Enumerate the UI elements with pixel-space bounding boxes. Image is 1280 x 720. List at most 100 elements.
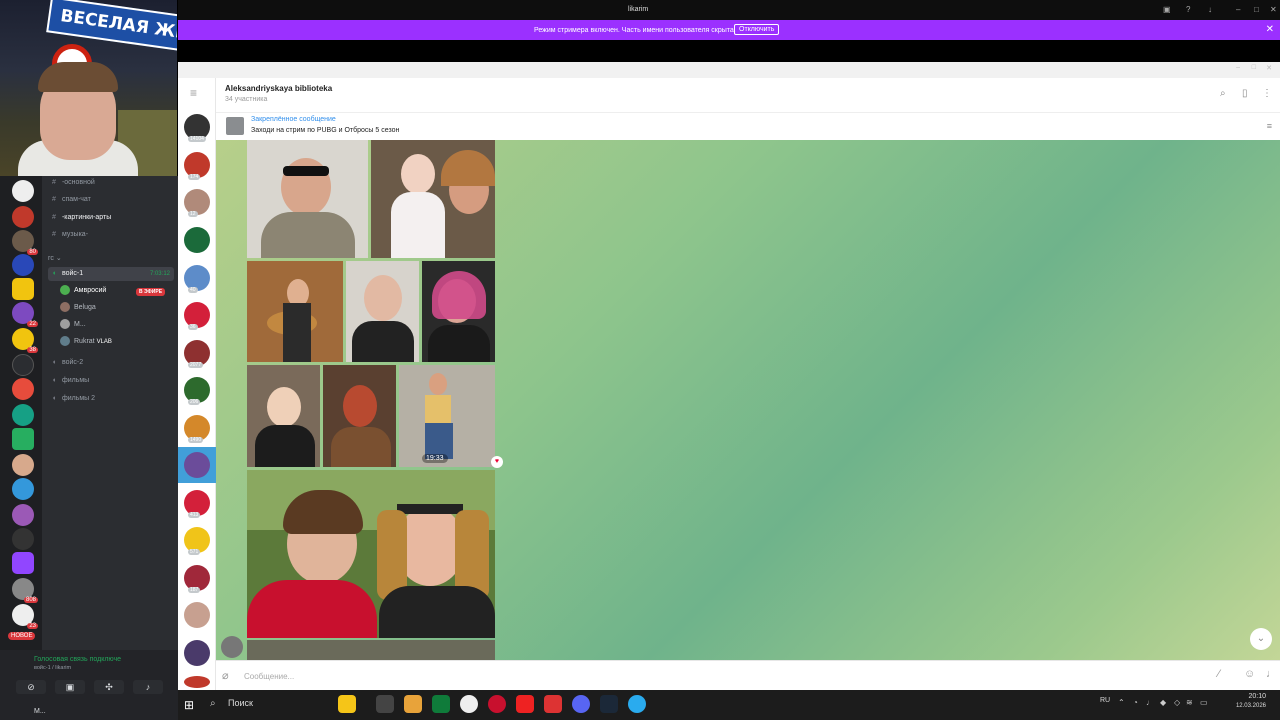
help-icon[interactable]: ?	[1186, 5, 1190, 14]
server-icon[interactable]: 38	[12, 328, 38, 353]
server-icon[interactable]	[12, 378, 34, 400]
voice-member[interactable]: Rukrat VLAB	[60, 335, 112, 349]
chat-avatar[interactable]: 12	[184, 189, 210, 217]
voice-channel-item[interactable]: ◖ фильмы	[48, 374, 174, 388]
voice-channel-item[interactable]: ◖ войс-2	[48, 356, 174, 370]
album-photo[interactable]	[422, 261, 495, 362]
chat-avatar[interactable]	[184, 640, 210, 666]
tray-icon[interactable]: ◔	[1133, 698, 1138, 707]
microphone-icon[interactable]: ♩	[1146, 698, 1154, 707]
windows-start-icon[interactable]: ⊞	[184, 698, 194, 712]
chat-avatar[interactable]: 206	[184, 377, 210, 405]
album-photo[interactable]	[399, 365, 495, 467]
steam-icon[interactable]	[600, 695, 618, 713]
task-view-icon[interactable]	[376, 695, 394, 713]
voice-member[interactable]: Beluga	[60, 301, 96, 315]
album-photo[interactable]	[371, 140, 495, 258]
keyboard-icon[interactable]: ▭	[1200, 698, 1208, 707]
album-photo[interactable]	[323, 365, 396, 467]
chat-avatar[interactable]: 14104	[184, 114, 210, 142]
opera-icon[interactable]	[488, 695, 506, 713]
channel-item[interactable]: # -основной	[48, 176, 174, 190]
maximize-icon[interactable]: □	[1254, 5, 1259, 14]
wifi-icon[interactable]: ≋	[1186, 698, 1193, 707]
app-icon[interactable]	[544, 695, 562, 713]
server-icon[interactable]: 80	[12, 230, 38, 255]
server-icon[interactable]	[12, 254, 34, 276]
tray-icon[interactable]: ◇	[1174, 698, 1180, 707]
close-icon[interactable]: ✕	[1266, 24, 1274, 35]
search-icon[interactable]: ⌕	[210, 698, 216, 709]
tray-icon[interactable]: ◆	[1160, 698, 1166, 707]
chat-avatar[interactable]: 174	[184, 152, 210, 180]
server-icon[interactable]	[12, 206, 34, 228]
clock[interactable]: 20:10	[1216, 693, 1266, 700]
voice-member[interactable]: Амвросий	[60, 284, 106, 298]
disable-streamer-button[interactable]: Отключить	[734, 24, 780, 35]
chat-avatar[interactable]	[184, 452, 210, 478]
commands-icon[interactable]: ⁄	[1218, 668, 1220, 680]
album-photo[interactable]	[247, 365, 320, 467]
chat-avatar[interactable]: 571	[184, 527, 210, 555]
camera-off-icon[interactable]: ⊘	[16, 680, 46, 694]
chat-avatar[interactable]	[184, 676, 210, 688]
chevron-down-icon[interactable]: ⌄	[1250, 628, 1272, 650]
microphone-icon[interactable]: ♩	[1266, 668, 1277, 680]
search-icon[interactable]: ⌕	[1220, 88, 1226, 99]
chat-avatar[interactable]: 187	[184, 565, 210, 593]
chat-avatar[interactable]: 40	[184, 265, 210, 293]
message-input[interactable]	[244, 669, 1144, 683]
server-icon[interactable]	[12, 478, 34, 500]
maximize-icon[interactable]: □	[1252, 64, 1256, 71]
server-icon[interactable]	[12, 428, 34, 450]
chat-avatar[interactable]: 413	[184, 490, 210, 518]
voice-channel-item[interactable]: ◖ фильмы 2	[48, 392, 174, 406]
category-header[interactable]: гс ⌄	[48, 252, 174, 266]
minimize-icon[interactable]: –	[1236, 5, 1240, 14]
close-icon[interactable]: ✕	[1270, 5, 1277, 14]
file-explorer-icon[interactable]	[404, 695, 422, 713]
server-icon[interactable]	[12, 354, 34, 376]
channel-item[interactable]: # спам-чат	[48, 193, 174, 207]
chat-avatar[interactable]	[184, 602, 210, 628]
album-photo[interactable]	[346, 261, 419, 362]
server-icon[interactable]	[12, 404, 34, 426]
sidebar-toggle-icon[interactable]: ▯	[1242, 88, 1248, 99]
close-icon[interactable]: ✕	[1266, 64, 1272, 72]
discord-icon[interactable]	[572, 695, 590, 713]
minimize-icon[interactable]: –	[1236, 64, 1240, 71]
emoji-icon[interactable]: ☺	[1244, 668, 1255, 680]
more-icon[interactable]: ⋮	[1262, 88, 1272, 99]
server-icon[interactable]	[12, 454, 34, 476]
pinned-message[interactable]: Закреплённое сообщение Заходи на стрим п…	[216, 112, 1280, 140]
server-icon[interactable]: 23	[12, 604, 38, 629]
server-icon[interactable]: 22	[12, 302, 38, 327]
channel-item[interactable]: # музыка-	[48, 228, 174, 242]
pin-list-icon[interactable]: ≡	[1267, 121, 1272, 131]
chevron-up-icon[interactable]: ⌃	[1118, 698, 1125, 707]
screen-icon[interactable]: ▣	[1163, 5, 1171, 14]
twitch-icon[interactable]	[12, 552, 34, 574]
voice-member[interactable]: M...	[60, 318, 86, 332]
download-icon[interactable]: ↓	[1208, 5, 1212, 14]
screen-share-icon[interactable]: ▣	[55, 680, 85, 694]
sender-avatar[interactable]	[221, 636, 243, 658]
server-icon[interactable]	[12, 504, 34, 526]
album-photo[interactable]	[247, 470, 495, 638]
store-icon[interactable]	[432, 695, 450, 713]
chat-title[interactable]: Aleksandriyskaya biblioteka	[225, 84, 332, 93]
telegram-icon[interactable]	[628, 695, 646, 713]
chat-avatar[interactable]: 1490	[184, 415, 210, 443]
chat-avatar[interactable]: 36	[184, 302, 210, 330]
album-photo[interactable]	[247, 261, 343, 362]
menu-icon[interactable]: ≡	[190, 86, 197, 100]
language-indicator[interactable]: RU	[1100, 697, 1110, 704]
server-icon[interactable]	[12, 278, 34, 300]
yandex-browser-icon[interactable]	[516, 695, 534, 713]
chat-avatar[interactable]: 2077	[184, 340, 210, 368]
chat-avatar[interactable]	[184, 227, 210, 253]
album-photo[interactable]	[247, 640, 495, 660]
voice-channel-item[interactable]: ◖ войс-1 7:03:12	[48, 267, 174, 281]
server-icon[interactable]	[12, 528, 34, 550]
channel-item[interactable]: # -картинки-арты	[48, 211, 174, 225]
